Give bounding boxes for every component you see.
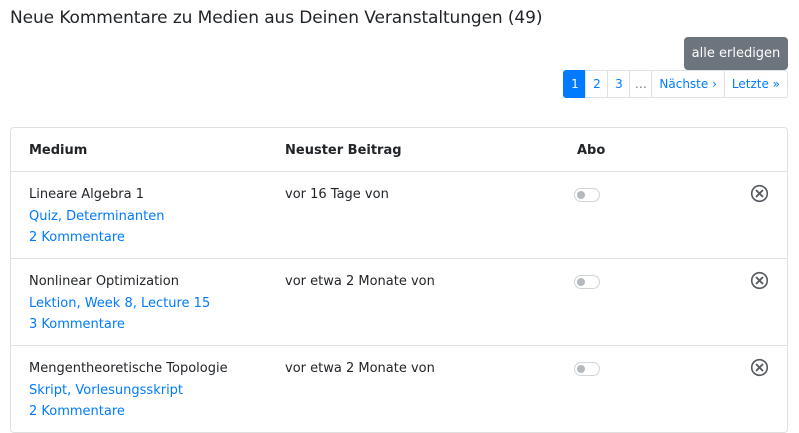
close-circle-icon[interactable] bbox=[750, 358, 769, 377]
table-row: Lineare Algebra 1 Quiz, Determinanten 2 … bbox=[11, 172, 787, 259]
latest-post-text: vor etwa 2 Monate von bbox=[285, 274, 435, 289]
toggle-off-icon bbox=[577, 365, 585, 373]
close-circle-icon[interactable] bbox=[750, 271, 769, 290]
comments-link[interactable]: 2 Kommentare bbox=[29, 401, 228, 423]
medium-link[interactable]: Quiz, Determinanten bbox=[29, 206, 164, 228]
page-3-link[interactable]: 3 bbox=[607, 70, 631, 98]
header-subscription: Abo bbox=[577, 143, 606, 158]
page-title: Neue Kommentare zu Medien aus Deinen Ver… bbox=[10, 8, 543, 28]
latest-post-text: vor etwa 2 Monate von bbox=[285, 361, 435, 376]
medium-cell: Mengentheoretische Topologie Skript, Vor… bbox=[29, 358, 228, 423]
pagination: 1 2 3 … Nächste › Letzte » bbox=[563, 70, 788, 98]
medium-title: Lineare Algebra 1 bbox=[29, 187, 144, 202]
subscription-toggle[interactable] bbox=[574, 362, 600, 376]
comments-link[interactable]: 3 Kommentare bbox=[29, 314, 210, 336]
last-page-link[interactable]: Letzte » bbox=[723, 70, 788, 98]
table-header: Medium Neuster Beitrag Abo bbox=[11, 128, 787, 172]
header-medium: Medium bbox=[29, 143, 88, 158]
table-row: Nonlinear Optimization Lektion, Week 8, … bbox=[11, 259, 787, 346]
table-row: Mengentheoretische Topologie Skript, Vor… bbox=[11, 346, 787, 433]
close-circle-icon[interactable] bbox=[750, 184, 769, 203]
subscription-toggle[interactable] bbox=[574, 188, 600, 202]
latest-post-text: vor 16 Tage von bbox=[285, 187, 389, 202]
comments-table: Medium Neuster Beitrag Abo Lineare Algeb… bbox=[10, 127, 788, 433]
subscription-toggle[interactable] bbox=[574, 275, 600, 289]
comments-link[interactable]: 2 Kommentare bbox=[29, 227, 164, 249]
medium-cell: Nonlinear Optimization Lektion, Week 8, … bbox=[29, 271, 210, 336]
page-1-link[interactable]: 1 bbox=[563, 70, 587, 98]
medium-title: Nonlinear Optimization bbox=[29, 274, 179, 289]
next-page-link[interactable]: Nächste › bbox=[651, 70, 725, 98]
medium-link[interactable]: Skript, Vorlesungsskript bbox=[29, 380, 228, 402]
page-2-link[interactable]: 2 bbox=[585, 70, 609, 98]
pagination-ellipsis: … bbox=[629, 70, 653, 98]
medium-title: Mengentheoretische Topologie bbox=[29, 361, 228, 376]
medium-cell: Lineare Algebra 1 Quiz, Determinanten 2 … bbox=[29, 184, 164, 249]
mark-all-done-button[interactable]: alle erledigen bbox=[684, 37, 788, 70]
toggle-off-icon bbox=[577, 191, 585, 199]
medium-link[interactable]: Lektion, Week 8, Lecture 15 bbox=[29, 293, 210, 315]
toggle-off-icon bbox=[577, 278, 585, 286]
header-latest-post: Neuster Beitrag bbox=[285, 143, 402, 158]
